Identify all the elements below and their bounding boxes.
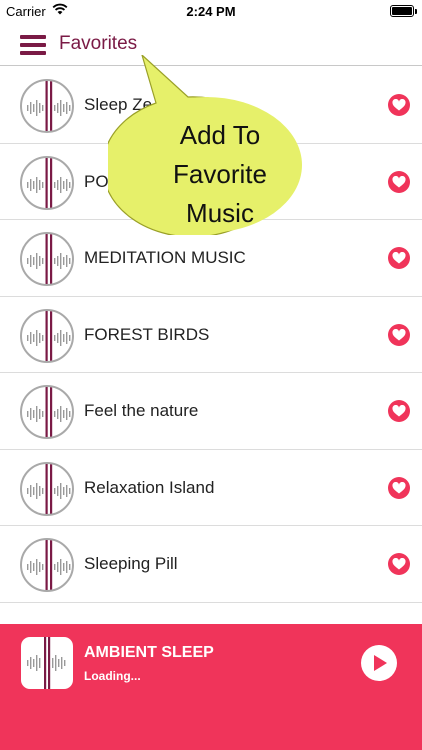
track-artwork [20, 232, 74, 286]
heart-icon[interactable] [388, 400, 410, 422]
heart-icon[interactable] [388, 553, 410, 575]
track-row[interactable]: Sleep Ze [0, 67, 422, 144]
track-row[interactable]: Relaxation Island [0, 450, 422, 526]
heart-icon[interactable] [388, 323, 410, 346]
track-title: FOREST BIRDS [84, 324, 210, 344]
battery-icon [390, 5, 417, 17]
track-row[interactable]: MEDITATION MUSIC [0, 220, 422, 297]
track-row[interactable]: FOREST BIRDS [0, 297, 422, 373]
track-row[interactable]: Feel the nature [0, 373, 422, 450]
player-artwork [21, 637, 73, 689]
player-status: Loading... [84, 669, 141, 683]
status-bar: Carrier 2:24 PM [0, 0, 422, 22]
track-title: Feel the nature [84, 401, 199, 420]
track-artwork [20, 385, 74, 439]
track-artwork [20, 461, 74, 516]
track-artwork [20, 155, 74, 210]
hamburger-menu-icon[interactable] [20, 35, 46, 55]
track-row[interactable]: POS [0, 144, 422, 220]
track-artwork [20, 79, 74, 133]
nav-bar: Favorites [0, 22, 422, 66]
track-title: MEDITATION MUSIC [84, 248, 246, 267]
track-title: Relaxation Island [84, 477, 215, 497]
heart-icon[interactable] [388, 94, 410, 116]
favorites-list: Sleep Ze POS MEDITATION MUSIC FOREST BIRDS F… [0, 67, 422, 603]
track-title: POS [84, 171, 120, 191]
play-icon[interactable] [361, 645, 397, 681]
heart-icon[interactable] [388, 476, 410, 499]
player-title: AMBIENT SLEEP [84, 644, 214, 661]
clock: 2:24 PM [186, 4, 236, 19]
now-playing-bar[interactable]: AMBIENT SLEEP Loading... [0, 624, 422, 750]
heart-icon[interactable] [388, 247, 410, 269]
page-title: Favorites [59, 33, 138, 54]
heart-icon[interactable] [388, 170, 410, 193]
track-title: Sleeping Pill [84, 554, 178, 573]
track-artwork [20, 538, 74, 592]
track-row[interactable]: Sleeping Pill [0, 526, 422, 603]
track-artwork [20, 308, 74, 363]
track-title: Sleep Ze [84, 95, 153, 114]
